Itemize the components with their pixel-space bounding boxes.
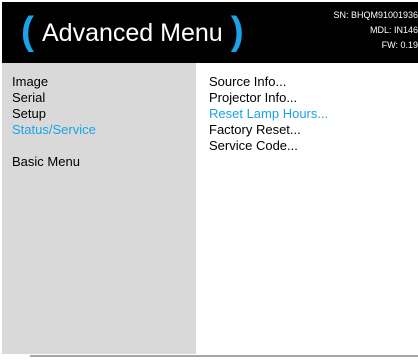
menu-body: Image Serial Setup Status/Service Basic … — [2, 63, 418, 354]
bottom-divider — [30, 355, 418, 357]
submenu-item-factory-reset[interactable]: Factory Reset... — [196, 122, 418, 138]
submenu-item-projector-info[interactable]: Projector Info... — [196, 90, 418, 106]
serial-number: SN: BHQM91001936 — [333, 10, 418, 20]
firmware-version: FW: 0.19 — [381, 40, 418, 50]
menu-spacer — [2, 138, 194, 154]
right-submenu-panel: Source Info... Projector Info... Reset L… — [196, 63, 418, 354]
left-menu-item-image[interactable]: Image — [2, 74, 194, 90]
submenu-list: Source Info... Projector Info... Reset L… — [196, 63, 418, 154]
submenu-item-source-info[interactable]: Source Info... — [196, 74, 418, 90]
left-menu-item-basic-menu[interactable]: Basic Menu — [2, 154, 194, 170]
left-menu-panel: Image Serial Setup Status/Service Basic … — [2, 63, 194, 354]
submenu-item-service-code[interactable]: Service Code... — [196, 138, 418, 154]
left-menu-item-status-service[interactable]: Status/Service — [2, 122, 194, 138]
device-info: SN: BHQM91001936 MDL: IN146 FW: 0.19 — [333, 8, 418, 53]
menu-title: ( Advanced Menu) — [21, 10, 244, 55]
close-paren-glyph: ) — [230, 10, 244, 53]
left-menu-list: Image Serial Setup Status/Service Basic … — [2, 63, 194, 170]
open-paren-glyph: ( — [21, 10, 34, 53]
submenu-item-reset-lamp-hours[interactable]: Reset Lamp Hours... — [196, 106, 418, 122]
model-number: MDL: IN146 — [369, 25, 418, 35]
osd-menu-window: ( Advanced Menu) SN: BHQM91001936 MDL: IN… — [2, 2, 418, 354]
menu-header: ( Advanced Menu) SN: BHQM91001936 MDL: IN… — [2, 2, 418, 63]
menu-title-text: Advanced Menu — [42, 19, 223, 47]
left-menu-item-setup[interactable]: Setup — [2, 106, 194, 122]
left-menu-item-serial[interactable]: Serial — [2, 90, 194, 106]
